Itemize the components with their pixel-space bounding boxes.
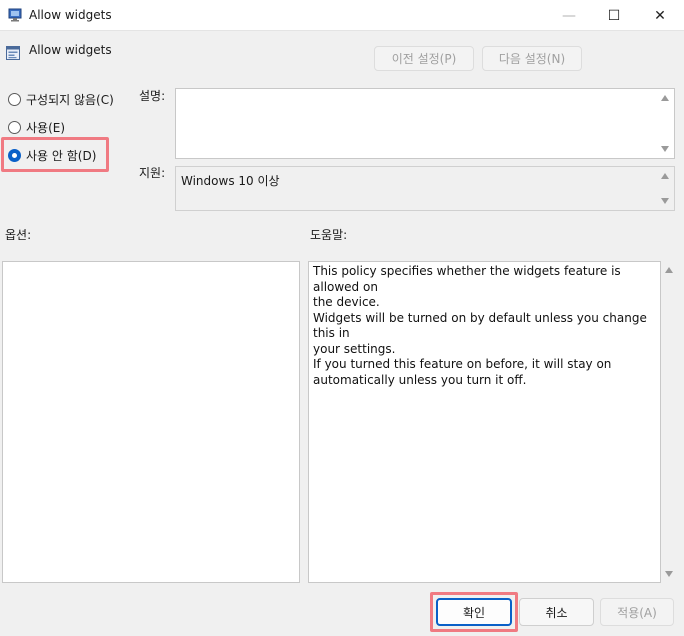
- supported-on-value: Windows 10 이상: [181, 174, 280, 188]
- scroll-down-icon[interactable]: [661, 198, 669, 204]
- ok-button[interactable]: 확인: [436, 598, 512, 626]
- help-line: the device.: [313, 295, 380, 309]
- maximize-button[interactable]: ☐: [591, 0, 637, 31]
- help-text: This policy specifies whether the widget…: [313, 264, 658, 388]
- supported-on-box: Windows 10 이상: [175, 166, 675, 211]
- radio-circle[interactable]: [8, 93, 21, 106]
- previous-setting-button[interactable]: 이전 설정(P): [374, 46, 474, 71]
- scroll-down-icon[interactable]: [665, 571, 673, 577]
- help-line: This policy specifies whether the widget…: [313, 264, 621, 294]
- radio-label: 사용 안 함(D): [26, 149, 97, 163]
- help-line: your settings.: [313, 341, 396, 356]
- close-icon: ✕: [654, 7, 666, 24]
- radio-disabled[interactable]: 사용 안 함(D): [8, 147, 96, 164]
- help-line: If you turned this feature on before, it…: [313, 357, 612, 371]
- help-line: automatically unless you turn it off.: [313, 372, 527, 387]
- scroll-up-icon[interactable]: [661, 173, 669, 179]
- supported-scrollbar[interactable]: [657, 167, 674, 210]
- policy-setting-icon: [6, 46, 20, 60]
- radio-not-configured[interactable]: 구성되지 않음(C): [8, 91, 114, 108]
- minimize-icon: —: [562, 7, 576, 24]
- next-setting-button[interactable]: 다음 설정(N): [482, 46, 582, 71]
- apply-button[interactable]: 적용(A): [600, 598, 674, 626]
- supported-on-label: 지원:: [139, 166, 166, 180]
- group-policy-icon: [8, 8, 22, 22]
- help-panel: This policy specifies whether the widget…: [308, 261, 661, 583]
- window-title: Allow widgets: [29, 8, 112, 22]
- help-scrollbar[interactable]: [661, 261, 678, 583]
- scroll-up-icon[interactable]: [661, 95, 669, 101]
- radio-enabled[interactable]: 사용(E): [8, 119, 65, 136]
- close-button[interactable]: ✕: [637, 0, 683, 31]
- minimize-button[interactable]: —: [546, 0, 592, 31]
- options-panel: [2, 261, 300, 583]
- radio-circle[interactable]: [8, 121, 21, 134]
- description-scrollbar[interactable]: [657, 89, 674, 158]
- options-label: 옵션:: [5, 228, 32, 242]
- scroll-down-icon[interactable]: [661, 146, 669, 152]
- cancel-button[interactable]: 취소: [519, 598, 594, 626]
- radio-label: 구성되지 않음(C): [26, 93, 114, 107]
- description-label: 설명:: [139, 89, 166, 103]
- scroll-up-icon[interactable]: [665, 267, 673, 273]
- help-line: Widgets will be turned on by default unl…: [313, 310, 647, 341]
- maximize-icon: ☐: [607, 7, 621, 24]
- title-bar: Allow widgets — ☐ ✕: [0, 0, 684, 31]
- radio-label: 사용(E): [26, 121, 66, 135]
- help-label: 도움말:: [310, 228, 348, 242]
- radio-circle-selected[interactable]: [8, 149, 21, 162]
- description-box: [175, 88, 675, 159]
- policy-title: Allow widgets: [29, 43, 112, 57]
